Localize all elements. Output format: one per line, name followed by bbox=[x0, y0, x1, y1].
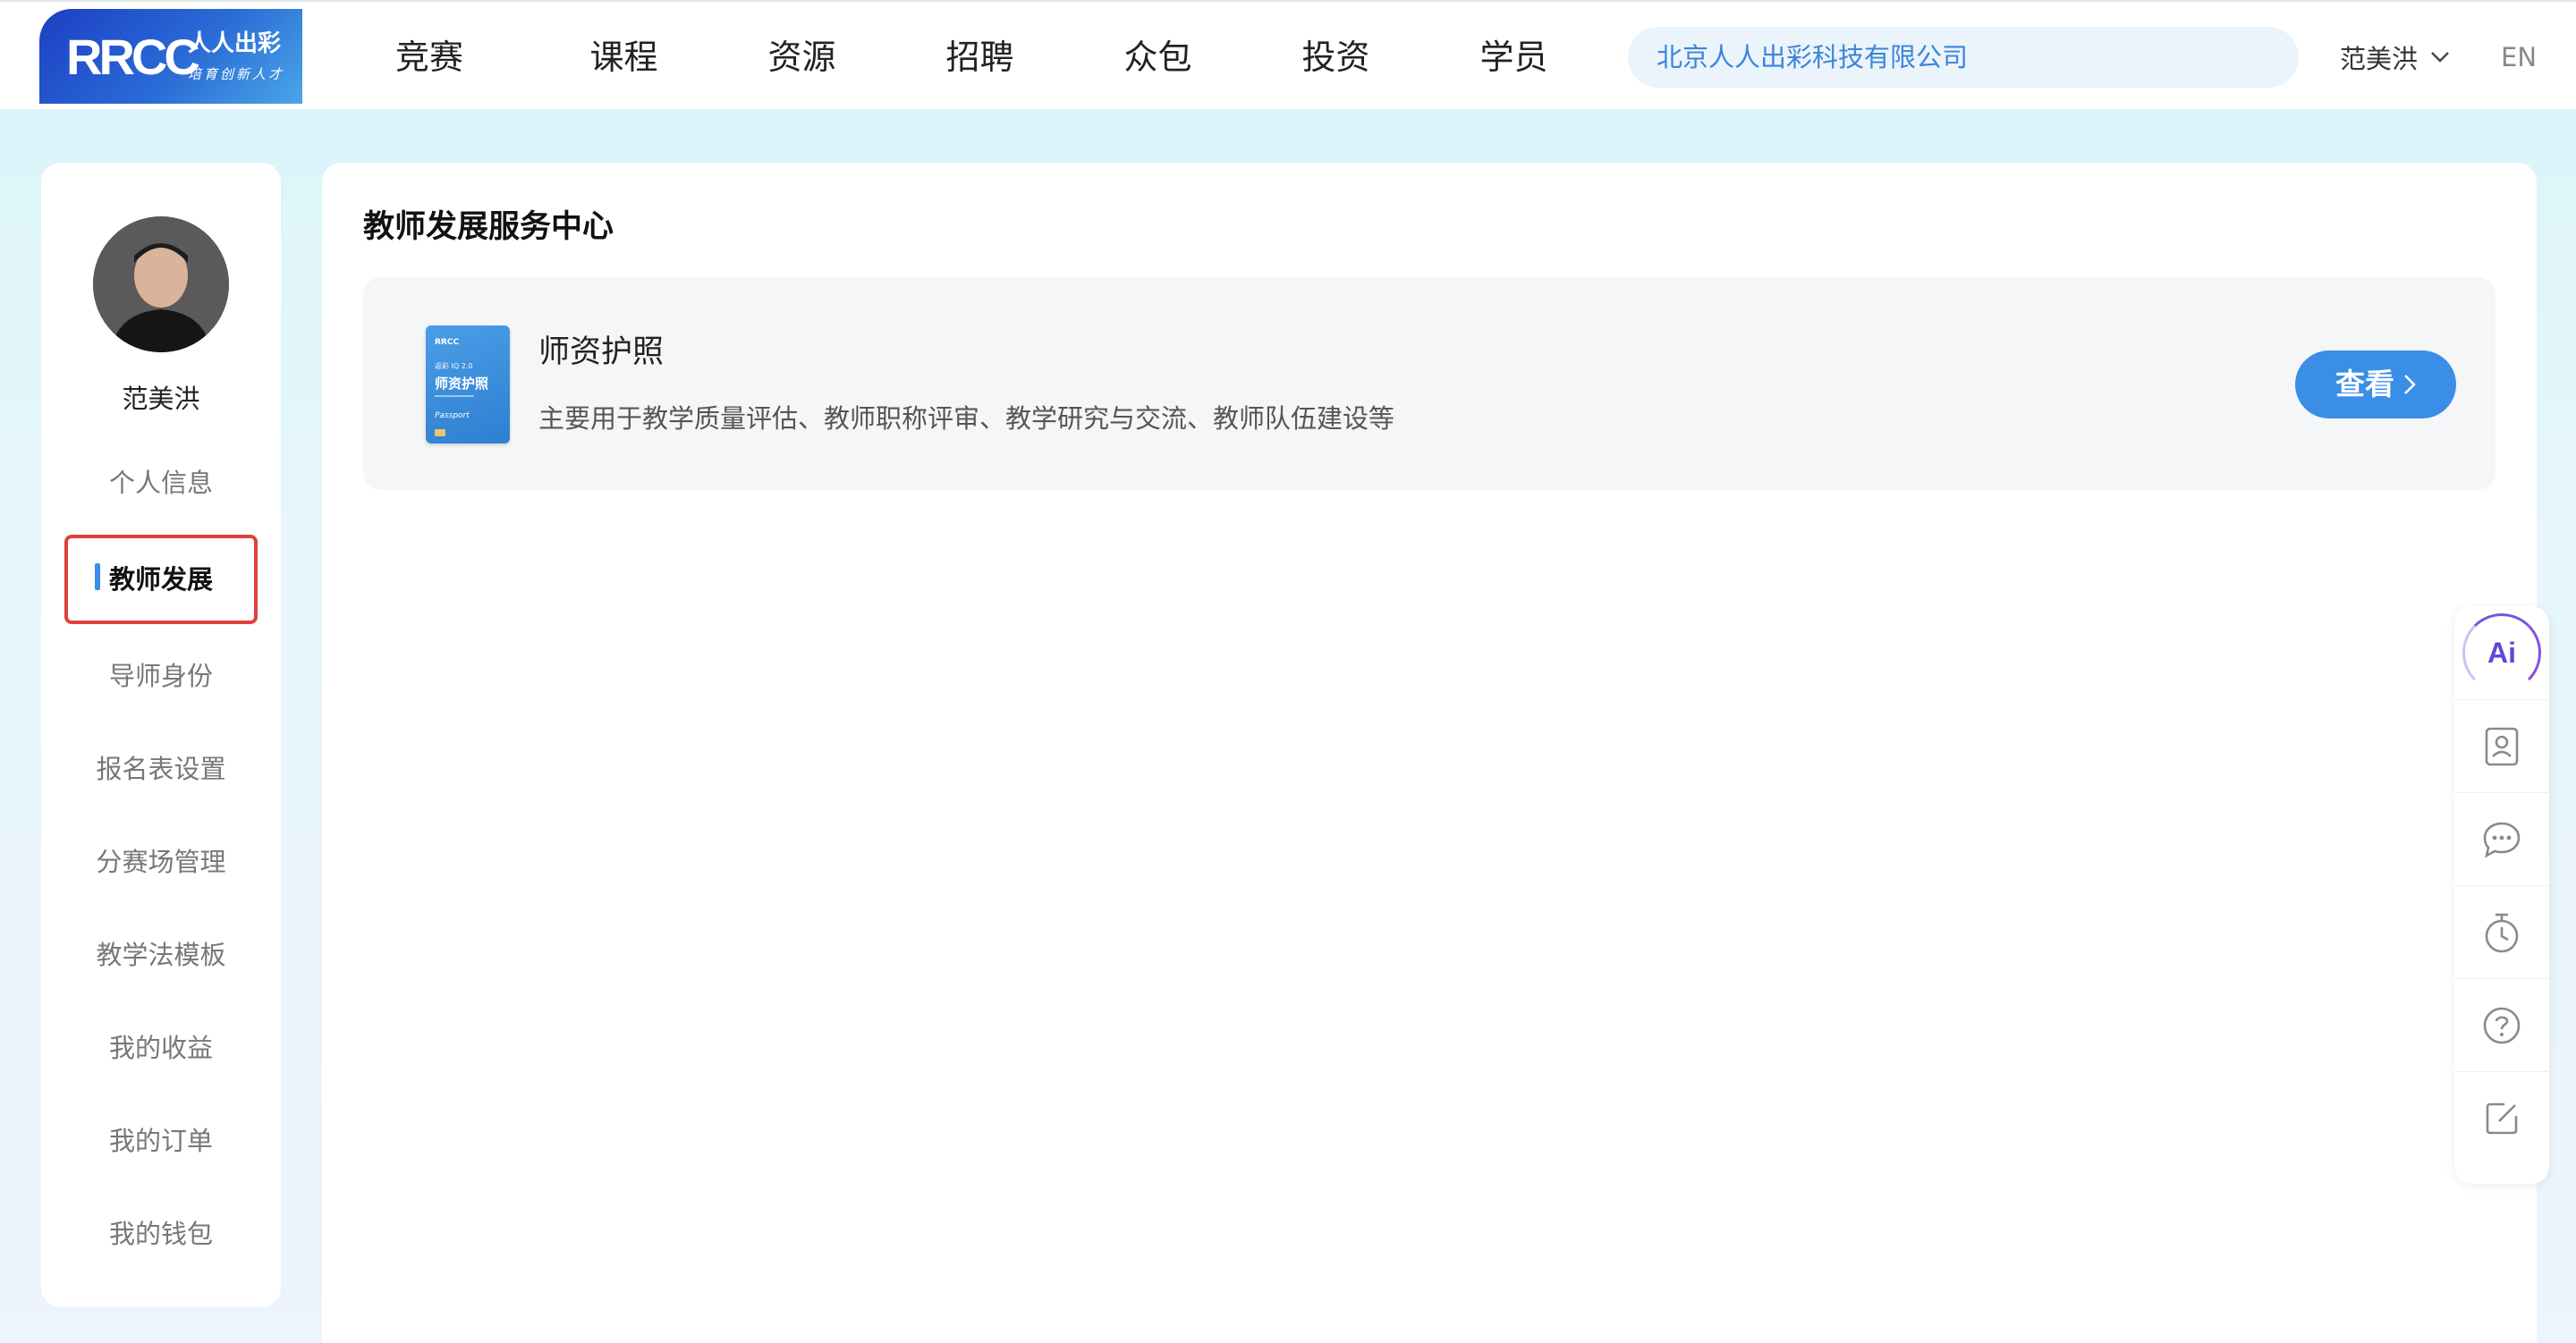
card-title: 师资护照 bbox=[538, 334, 665, 370]
sidebar-menu: 个人信息 教师发展 导师身份 报名表设置 分赛场管理 教学法模板 我的收益 我的… bbox=[41, 436, 281, 1280]
cover-divider bbox=[435, 395, 474, 397]
view-button[interactable]: 查看 bbox=[2295, 351, 2456, 418]
sidebar: 范美洪 个人信息 教师发展 导师身份 报名表设置 分赛场管理 教学法模板 我的收… bbox=[41, 163, 281, 1307]
chat-button[interactable] bbox=[2454, 792, 2549, 886]
sidebar-item-registration-form-settings[interactable]: 报名表设置 bbox=[41, 722, 281, 815]
logo-mark: RRCC bbox=[66, 29, 200, 85]
nav-crowdsourcing[interactable]: 众包 bbox=[1069, 32, 1247, 82]
cover-subtitle: 返彩 IQ 2.0 bbox=[435, 362, 473, 370]
logo-chinese-name: 人人出彩 bbox=[188, 30, 282, 57]
cover-title: 师资护照 bbox=[435, 376, 489, 392]
timer-button[interactable] bbox=[2454, 885, 2549, 979]
cover-brand: RRCC bbox=[435, 338, 460, 347]
edit-button[interactable] bbox=[2454, 1071, 2549, 1165]
timer-icon bbox=[2485, 913, 2519, 953]
sidebar-item-my-earnings[interactable]: 我的收益 bbox=[41, 1001, 281, 1094]
company-selector[interactable]: 北京人人出彩科技有限公司 bbox=[1628, 27, 2299, 88]
sidebar-item-teacher-development[interactable]: 教师发展 bbox=[64, 535, 258, 624]
chevron-down-icon bbox=[2431, 52, 2449, 63]
cover-footer: Passport bbox=[435, 411, 470, 420]
card-description: 主要用于教学质量评估、教师职称评审、教学研究与交流、教师队伍建设等 bbox=[538, 403, 1395, 434]
main-panel: 教师发展服务中心 RRCC 返彩 IQ 2.0 师资护照 Passport 师资… bbox=[322, 163, 2537, 1343]
chat-icon bbox=[2483, 822, 2521, 858]
main-nav: 竞赛 课程 资源 招聘 众包 投资 学员 bbox=[361, 32, 1603, 82]
sidebar-item-my-wallet[interactable]: 我的钱包 bbox=[41, 1187, 281, 1280]
chevron-right-icon bbox=[2404, 375, 2416, 394]
nav-students[interactable]: 学员 bbox=[1425, 32, 1603, 82]
avatar[interactable] bbox=[93, 216, 229, 352]
user-name: 范美洪 bbox=[2340, 44, 2419, 74]
nav-courses[interactable]: 课程 bbox=[535, 32, 713, 82]
ai-ring bbox=[2462, 613, 2541, 692]
nav-investment[interactable]: 投资 bbox=[1247, 32, 1425, 82]
view-button-label: 查看 bbox=[2335, 367, 2394, 401]
teacher-passport-card: RRCC 返彩 IQ 2.0 师资护照 Passport 师资护照 主要用于教学… bbox=[363, 277, 2496, 490]
contact-card-button[interactable] bbox=[2454, 699, 2549, 793]
sidebar-item-label: 教师发展 bbox=[108, 564, 213, 595]
top-bar: RRCC 人人出彩 培育创新人才 竞赛 课程 资源 招聘 众包 投资 学员 北京… bbox=[0, 0, 2576, 109]
edit-icon bbox=[2486, 1102, 2518, 1135]
sidebar-user-name: 范美洪 bbox=[122, 384, 200, 414]
user-menu[interactable]: 范美洪 bbox=[2340, 38, 2450, 77]
ai-icon: Ai bbox=[2462, 613, 2541, 692]
avatar-portrait bbox=[93, 216, 229, 352]
sidebar-item-venue-management[interactable]: 分赛场管理 bbox=[41, 815, 281, 908]
page-title: 教师发展服务中心 bbox=[363, 209, 614, 245]
nav-resources[interactable]: 资源 bbox=[713, 32, 891, 82]
nav-competition[interactable]: 竞赛 bbox=[361, 32, 535, 82]
rrcc-logo[interactable]: RRCC 人人出彩 培育创新人才 bbox=[39, 9, 302, 104]
active-indicator bbox=[95, 563, 100, 590]
logo-slogan: 培育创新人才 bbox=[188, 66, 285, 82]
cover-chip bbox=[435, 429, 445, 436]
sidebar-item-teaching-templates[interactable]: 教学法模板 bbox=[41, 908, 281, 1001]
help-button[interactable] bbox=[2454, 978, 2549, 1072]
help-icon bbox=[2483, 1007, 2521, 1044]
ai-assistant-button[interactable]: Ai bbox=[2454, 606, 2549, 699]
sidebar-item-mentor-identity[interactable]: 导师身份 bbox=[41, 629, 281, 722]
nav-recruitment[interactable]: 招聘 bbox=[891, 32, 1069, 82]
sidebar-item-my-orders[interactable]: 我的订单 bbox=[41, 1094, 281, 1187]
contact-card-icon bbox=[2485, 727, 2519, 766]
floating-toolbar: Ai bbox=[2454, 606, 2549, 1184]
passport-cover-image: RRCC 返彩 IQ 2.0 师资护照 Passport bbox=[426, 325, 510, 443]
sidebar-item-personal-info[interactable]: 个人信息 bbox=[41, 436, 281, 529]
language-switch[interactable]: EN bbox=[2501, 38, 2537, 77]
